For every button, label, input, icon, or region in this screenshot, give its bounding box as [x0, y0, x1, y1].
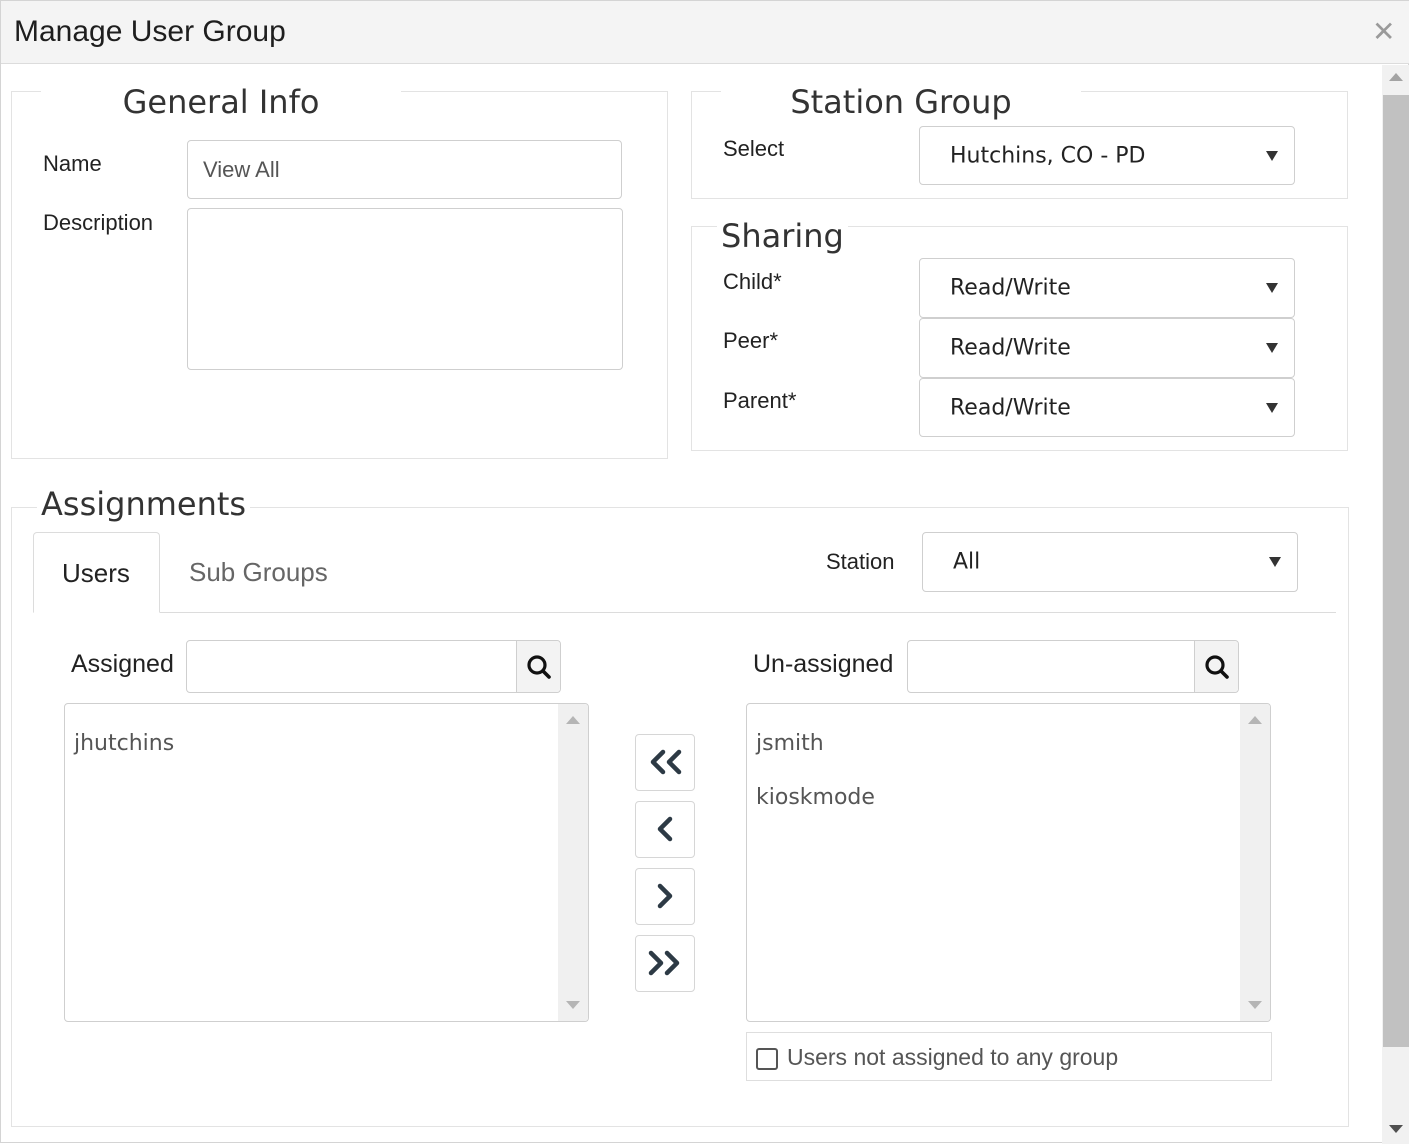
chevron-down-icon — [1266, 150, 1278, 161]
unassigned-filter-row: Users not assigned to any group — [746, 1032, 1272, 1081]
scroll-down-icon[interactable] — [566, 1001, 580, 1009]
chevron-down-icon — [1266, 402, 1278, 413]
move-all-left-button[interactable] — [635, 734, 695, 791]
dialog-title: Manage User Group — [14, 15, 286, 48]
child-select-value: Read/Write — [950, 275, 1071, 301]
name-input[interactable]: View All — [187, 140, 622, 199]
assigned-search-input[interactable] — [186, 640, 561, 693]
tab-users[interactable]: Users — [33, 532, 160, 613]
parent-label: Parent* — [723, 388, 797, 413]
scroll-down-icon[interactable] — [1389, 1125, 1403, 1133]
unassigned-list-scrollbar[interactable] — [1240, 704, 1270, 1021]
station-select-value: All — [953, 549, 981, 575]
station-select[interactable]: All — [922, 532, 1298, 592]
search-icon — [1205, 655, 1229, 679]
description-textarea[interactable] — [187, 208, 623, 370]
list-item[interactable]: kioskmode — [756, 785, 875, 810]
dialog-titlebar: Manage User Group ✕ — [1, 1, 1409, 64]
unassigned-label: Un-assigned — [753, 650, 894, 678]
tab-sub-groups[interactable]: Sub Groups — [189, 557, 328, 588]
scrollbar-thumb[interactable] — [1383, 95, 1409, 1047]
description-label: Description — [43, 210, 154, 235]
assigned-search-button[interactable] — [516, 641, 560, 692]
child-label: Child* — [723, 269, 782, 294]
station-label: Station — [826, 549, 895, 574]
move-right-button[interactable] — [635, 868, 695, 925]
move-left-button[interactable] — [635, 801, 695, 858]
station-group-select-label: Select — [723, 136, 785, 161]
unassigned-listbox[interactable]: jsmith kioskmode — [746, 703, 1271, 1022]
double-chevron-right-icon — [648, 950, 680, 976]
parent-select-value: Read/Write — [950, 395, 1071, 420]
list-item[interactable]: jsmith — [756, 731, 824, 756]
unassigned-search-button[interactable] — [1194, 641, 1238, 692]
assigned-label: Assigned — [71, 650, 174, 678]
chevron-down-icon — [1269, 557, 1281, 567]
assignments-legend: Assignments — [37, 485, 251, 523]
chevron-left-icon — [657, 816, 673, 842]
double-chevron-left-icon — [650, 749, 682, 775]
parent-select[interactable]: Read/Write — [919, 378, 1295, 437]
chevron-right-icon — [657, 883, 673, 909]
tab-users-label: Users — [62, 558, 130, 588]
assigned-listbox[interactable]: jhutchins — [64, 703, 589, 1022]
scroll-up-icon[interactable] — [566, 716, 580, 724]
scroll-up-icon[interactable] — [1248, 716, 1262, 724]
chevron-down-icon — [1266, 343, 1278, 353]
station-group-select[interactable]: Hutchins, CO - PD — [919, 126, 1295, 185]
general-info-legend: General Info — [41, 83, 401, 121]
scroll-up-icon[interactable] — [1389, 73, 1403, 81]
sharing-legend: Sharing — [717, 217, 848, 255]
list-item[interactable]: jhutchins — [74, 731, 174, 756]
tabs-divider — [33, 612, 1336, 613]
station-group-legend: Station Group — [721, 83, 1081, 121]
close-icon[interactable]: ✕ — [1372, 15, 1395, 49]
users-not-assigned-checkbox[interactable] — [756, 1048, 778, 1070]
child-select[interactable]: Read/Write — [919, 258, 1295, 318]
assigned-list-scrollbar[interactable] — [558, 704, 588, 1021]
peer-label: Peer* — [723, 328, 779, 353]
chevron-down-icon — [1266, 283, 1278, 293]
dialog-scrollbar[interactable] — [1382, 65, 1409, 1144]
scroll-down-icon[interactable] — [1248, 1001, 1262, 1009]
move-all-right-button[interactable] — [635, 935, 695, 992]
station-group-select-value: Hutchins, CO - PD — [950, 143, 1146, 168]
manage-user-group-dialog: Manage User Group ✕ General Info Name Vi… — [0, 0, 1409, 1144]
peer-select-value: Read/Write — [950, 335, 1071, 361]
peer-select[interactable]: Read/Write — [919, 318, 1295, 378]
unassigned-search-input[interactable] — [907, 640, 1239, 693]
name-label: Name — [43, 151, 102, 176]
search-icon — [527, 655, 551, 679]
users-not-assigned-label: Users not assigned to any group — [787, 1044, 1119, 1070]
